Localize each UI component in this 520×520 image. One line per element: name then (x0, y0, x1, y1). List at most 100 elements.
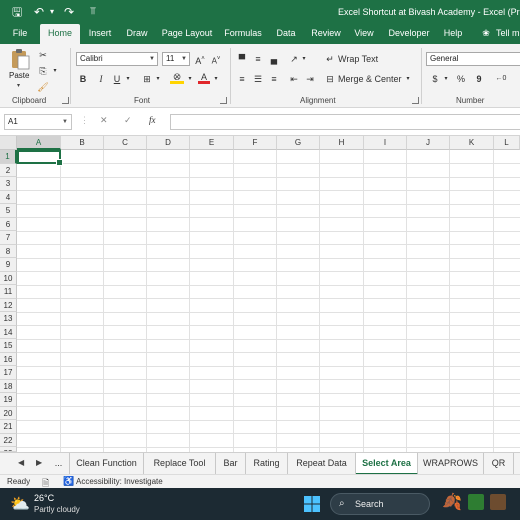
enter-icon[interactable]: ✓ (124, 115, 132, 126)
tab-file[interactable]: File (6, 24, 34, 44)
save-icon[interactable]: 🖫 (12, 4, 22, 20)
row-header[interactable]: 6 (0, 217, 17, 231)
fill-color-icon[interactable]: ⭙ (170, 70, 184, 84)
borders-icon[interactable]: ⊞ (140, 72, 154, 86)
row-header[interactable]: 7 (0, 231, 17, 245)
column-header[interactable]: L (494, 136, 520, 150)
italic-icon[interactable]: I (96, 72, 106, 86)
column-header[interactable]: B (61, 136, 104, 150)
decrease-font-icon[interactable]: A˅ (210, 52, 222, 66)
tab-home[interactable]: Home (40, 24, 80, 45)
windows-start-icon[interactable] (304, 496, 320, 512)
column-header[interactable]: K (450, 136, 494, 150)
currency-icon[interactable]: $ (430, 72, 440, 86)
row-header[interactable]: 9 (0, 258, 17, 272)
bottom-align-icon[interactable]: ▄ (268, 52, 280, 66)
cancel-icon[interactable]: ✕ (100, 115, 108, 126)
weather-icon[interactable]: ⛅ (10, 494, 30, 514)
tab-review[interactable]: Review (308, 24, 344, 44)
sheet-tab[interactable]: QR (484, 453, 514, 475)
sheet-tab[interactable]: Replace Tool (144, 453, 216, 475)
font-name-select[interactable]: Calibri ▼ (76, 52, 158, 66)
row-header[interactable]: 20 (0, 406, 17, 420)
lightbulb-icon[interactable]: ❀ (480, 24, 492, 44)
undo-dropdown-icon[interactable]: ▾ (50, 4, 54, 20)
column-header[interactable]: F (234, 136, 277, 150)
tab-page-layout[interactable]: Page Layout (160, 24, 214, 44)
merge-dropdown-icon[interactable]: ▾ (404, 72, 412, 86)
percent-icon[interactable]: % (456, 72, 466, 86)
merge-center-button[interactable]: Merge & Center (338, 72, 402, 86)
align-right-icon[interactable]: ≡ (268, 72, 280, 86)
tab-help[interactable]: Help (440, 24, 466, 44)
column-header[interactable]: I (364, 136, 407, 150)
undo-icon[interactable]: ↶ (34, 4, 44, 20)
taskbar-app-icon[interactable] (490, 494, 506, 510)
font-color-dropdown-icon[interactable]: ▾ (212, 72, 220, 86)
customize-toolbar-icon[interactable]: ⫪ (90, 4, 96, 20)
orientation-dropdown-icon[interactable]: ▾ (300, 52, 308, 66)
underline-icon[interactable]: U (112, 72, 122, 86)
redo-icon[interactable]: ↷ (64, 4, 74, 20)
wrap-text-icon[interactable]: ↵ (324, 52, 336, 66)
format-painter-icon[interactable]: 🖌 (36, 80, 50, 94)
tab-developer[interactable]: Developer (386, 24, 432, 44)
sheet-prev-icon[interactable]: ◀ (18, 458, 24, 467)
row-header[interactable]: 16 (0, 352, 17, 366)
row-header[interactable]: 17 (0, 366, 17, 380)
tab-data[interactable]: Data (272, 24, 300, 44)
row-header[interactable]: 11 (0, 285, 17, 299)
increase-font-icon[interactable]: A˄ (194, 52, 206, 66)
copy-icon[interactable]: ⎘ (36, 64, 50, 78)
name-box[interactable]: A1 ▼ (4, 114, 72, 130)
row-header[interactable]: 4 (0, 190, 17, 204)
sheet-tab[interactable]: Repeat Data (288, 453, 356, 475)
sheet-tab[interactable]: WRAPROWS (418, 453, 484, 475)
row-header[interactable]: 21 (0, 420, 17, 434)
weather-temperature[interactable]: 26°C (34, 493, 54, 503)
active-cell[interactable] (17, 150, 63, 166)
number-format-select[interactable]: General (426, 52, 520, 66)
row-header[interactable]: 8 (0, 244, 17, 258)
top-align-icon[interactable]: ▀ (236, 52, 248, 66)
row-header[interactable]: 5 (0, 204, 17, 218)
column-header[interactable]: E (190, 136, 234, 150)
insert-function-icon[interactable]: fx (149, 115, 156, 125)
sheet-tab[interactable]: Bar (216, 453, 246, 475)
taskbar-app-icon[interactable]: 🍂 (442, 492, 462, 512)
accessibility-icon[interactable]: ♿ (63, 476, 74, 487)
row-header[interactable]: 10 (0, 271, 17, 285)
taskbar-app-icon[interactable] (468, 494, 484, 510)
tab-formulas[interactable]: Formulas (222, 24, 264, 44)
row-header[interactable]: 13 (0, 312, 17, 326)
column-header[interactable]: C (104, 136, 147, 150)
tab-insert[interactable]: Insert (84, 24, 116, 44)
copy-dropdown-icon[interactable]: ▾ (50, 64, 60, 78)
fill-color-dropdown-icon[interactable]: ▾ (186, 72, 194, 86)
sheet-tab[interactable]: Rating (246, 453, 288, 475)
increase-indent-icon[interactable]: ⇥ (304, 72, 316, 86)
currency-dropdown-icon[interactable]: ▾ (442, 72, 450, 86)
paste-label[interactable]: Paste (9, 71, 29, 80)
align-left-icon[interactable]: ≡ (236, 72, 248, 86)
row-header[interactable]: 1 (0, 150, 17, 164)
row-header[interactable]: 22 (0, 433, 17, 447)
row-header[interactable]: 19 (0, 393, 17, 407)
font-size-select[interactable]: 11 ▼ (162, 52, 190, 66)
cut-icon[interactable]: ✂ (36, 48, 50, 62)
underline-dropdown-icon[interactable]: ▾ (124, 72, 132, 86)
row-header[interactable]: 18 (0, 379, 17, 393)
row-header[interactable]: 14 (0, 325, 17, 339)
decrease-indent-icon[interactable]: ⇤ (288, 72, 300, 86)
sheet-next-icon[interactable]: ▶ (36, 458, 42, 467)
taskbar-search[interactable]: ⌕ Search (330, 493, 430, 515)
column-header[interactable]: D (147, 136, 190, 150)
sheet-tab[interactable]: Clean Function (70, 453, 144, 475)
row-header[interactable]: 2 (0, 163, 17, 177)
align-center-icon[interactable]: ☰ (252, 72, 264, 86)
middle-align-icon[interactable]: ≡ (252, 52, 264, 66)
tab-draw[interactable]: Draw (122, 24, 152, 44)
column-header[interactable]: G (277, 136, 320, 150)
weather-description[interactable]: Partly cloudy (34, 505, 80, 514)
tab-tell-me[interactable]: Tell m (496, 24, 520, 44)
